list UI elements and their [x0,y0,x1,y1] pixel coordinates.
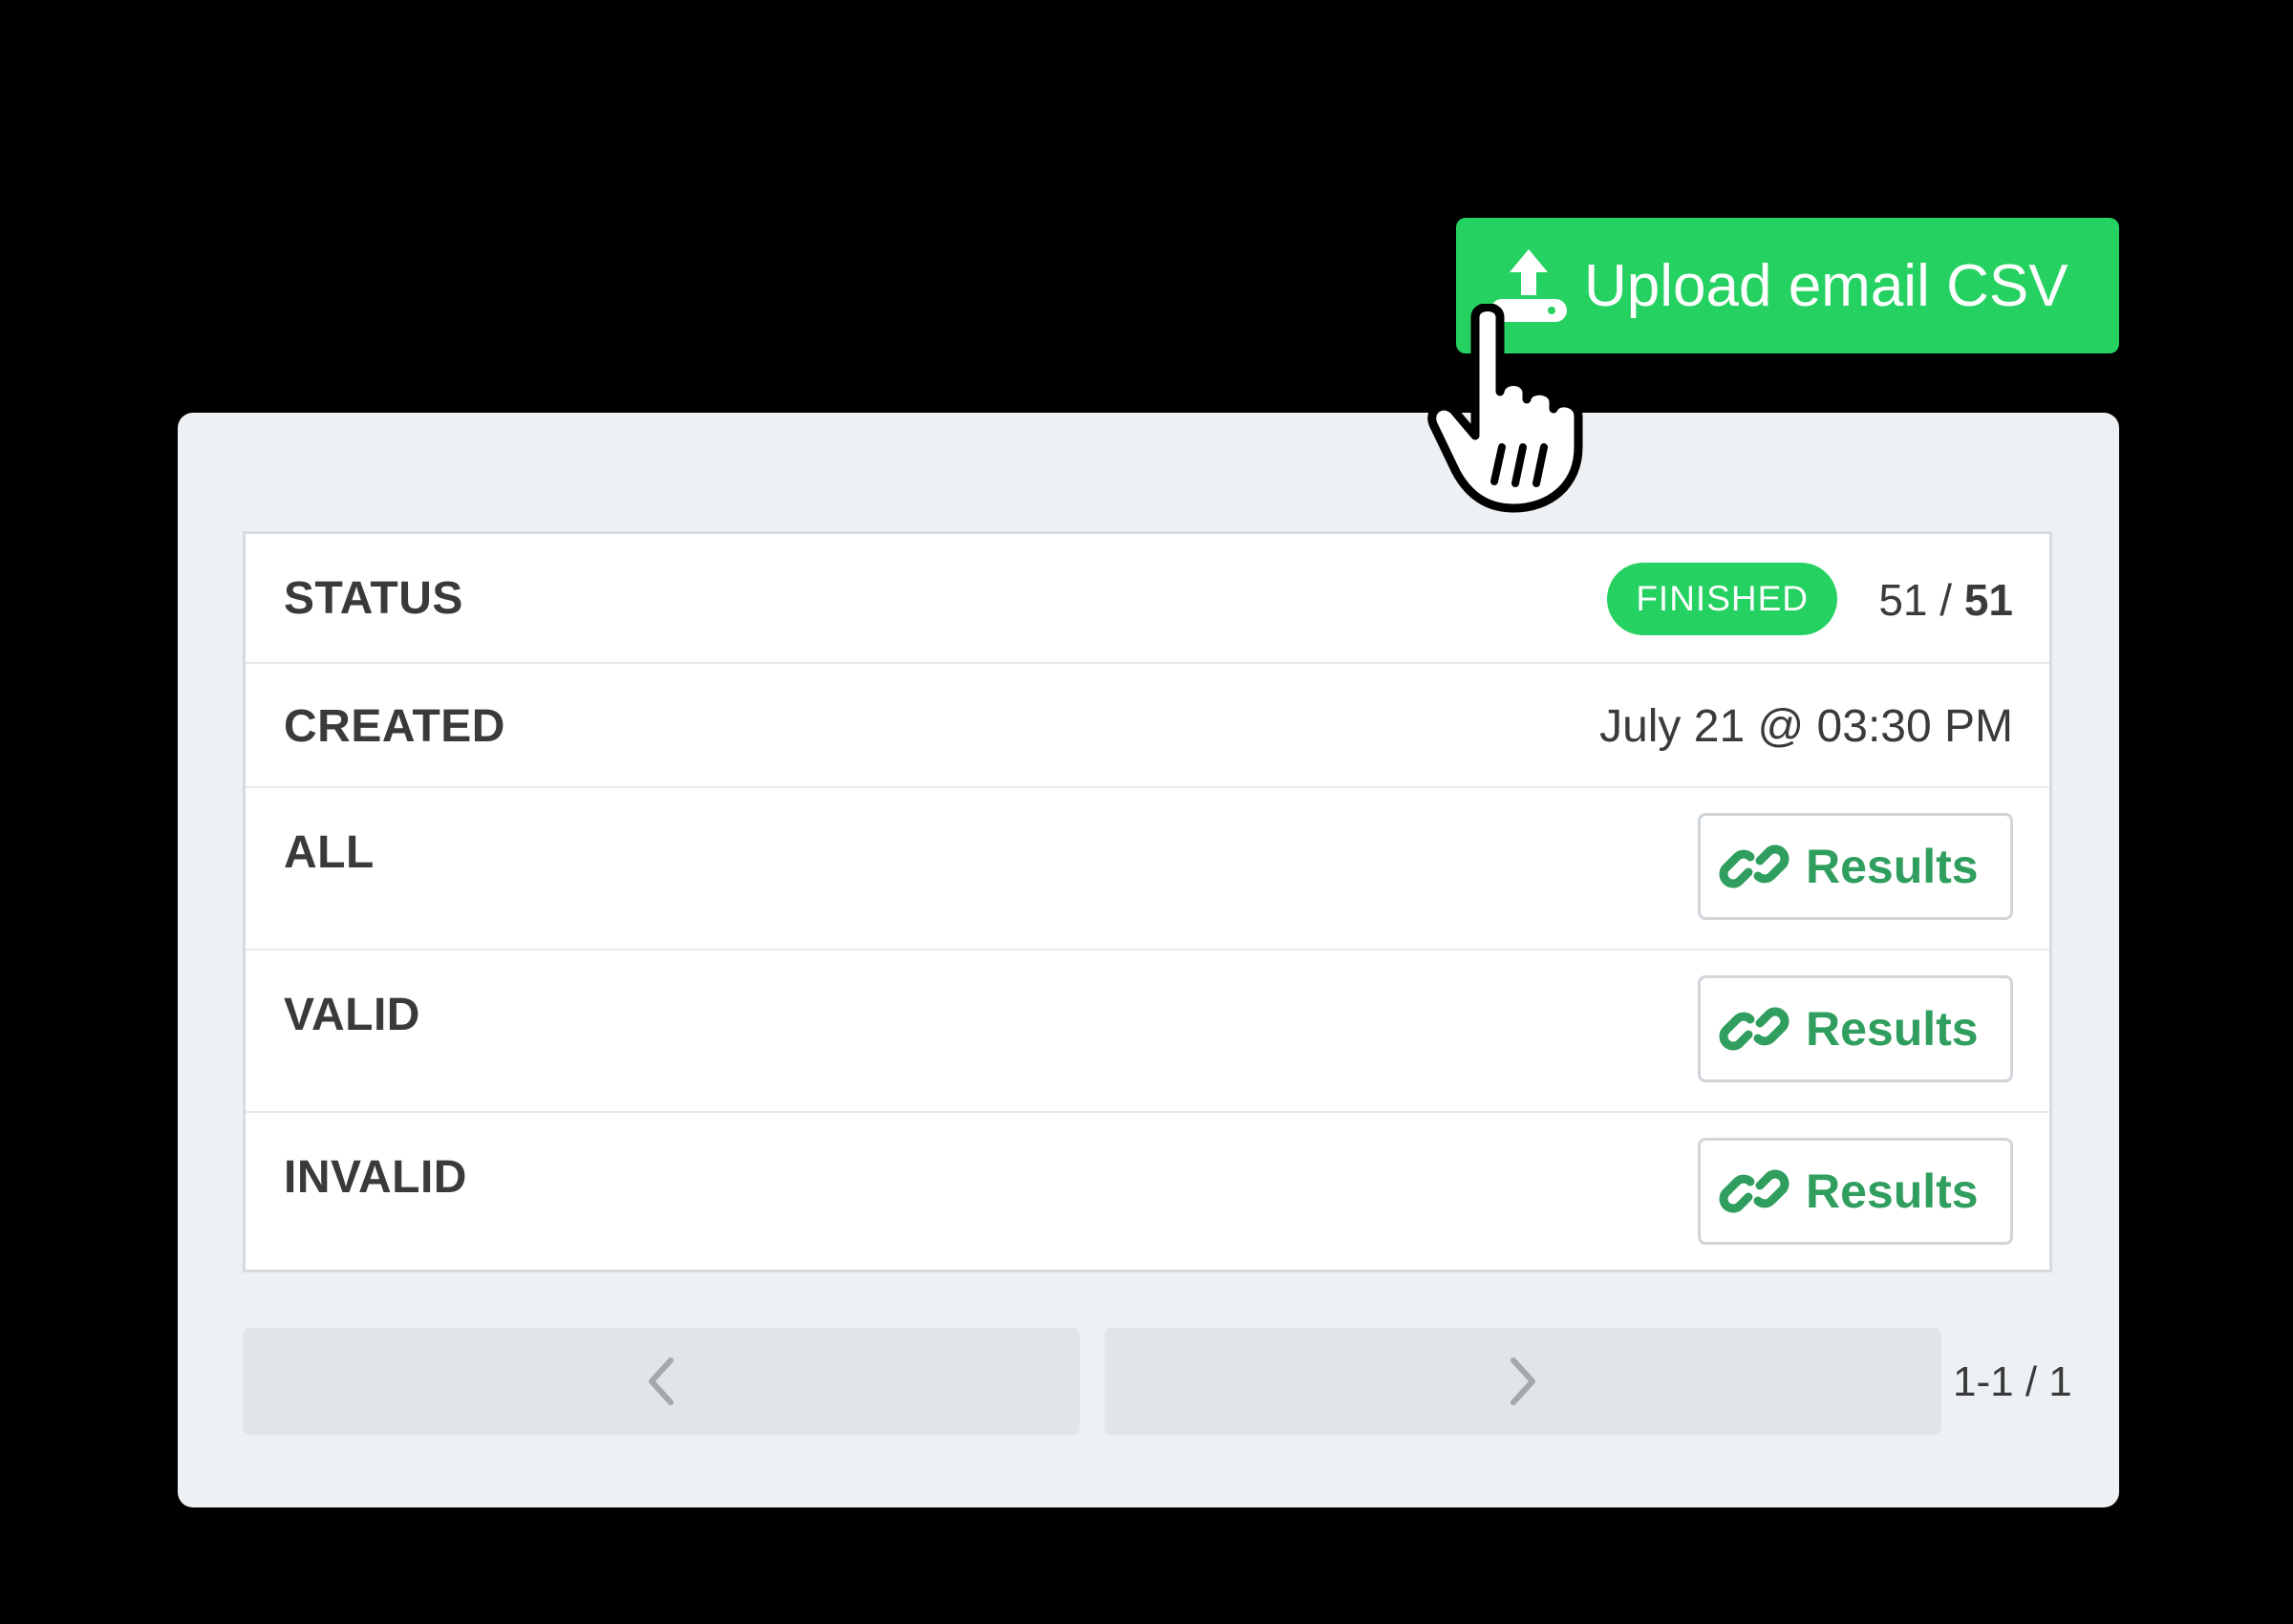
next-page-button[interactable] [1104,1328,1941,1435]
previous-page-button[interactable] [243,1328,1080,1435]
upload-email-csv-button[interactable]: Upload email CSV [1456,218,2119,353]
all-results-button[interactable]: Results [1698,813,2013,920]
processed-count: 51 [1878,575,1928,625]
total-count: 51 [1963,575,2013,625]
results-label: Results [1806,1002,1979,1056]
chevron-left-icon [649,1357,674,1405]
created-value: July 21 @ 03:30 PM [1599,701,2013,752]
status-panel: STATUS FINISHED 51 / 51 CREATED July 21 … [178,413,2119,1507]
link-icon [1719,1169,1789,1213]
link-icon [1719,1007,1789,1051]
created-row: CREATED July 21 @ 03:30 PM [246,664,2049,788]
upload-icon [1490,249,1567,322]
status-badge: FINISHED [1607,563,1837,635]
all-label: ALL [284,827,375,878]
chevron-right-icon [1511,1357,1535,1405]
count-separator: / [1927,575,1964,625]
stage: Upload email CSV STATUS FINISHED 51 / 51… [0,0,2293,1624]
upload-button-label: Upload email CSV [1584,252,2068,319]
invalid-results-button[interactable]: Results [1698,1138,2013,1245]
valid-row: VALID Results [246,951,2049,1113]
page-range: 1-1 / 1 [1953,1358,2072,1405]
link-icon [1719,844,1789,888]
invalid-label: INVALID [284,1152,467,1203]
valid-results-button[interactable]: Results [1698,975,2013,1082]
progress-count: 51 / 51 [1878,574,2013,626]
status-row: STATUS FINISHED 51 / 51 [246,534,2049,664]
results-label: Results [1806,840,1979,893]
created-label: CREATED [284,701,505,752]
status-card: STATUS FINISHED 51 / 51 CREATED July 21 … [243,531,2052,1272]
invalid-row: INVALID Results [246,1113,2049,1270]
valid-label: VALID [284,990,420,1040]
all-row: ALL Results [246,788,2049,951]
results-label: Results [1806,1165,1979,1218]
status-label: STATUS [284,573,463,624]
